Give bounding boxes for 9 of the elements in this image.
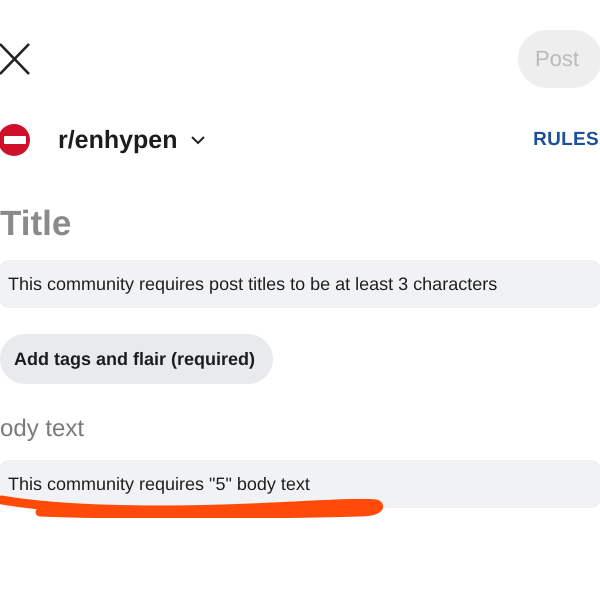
body-notice: This community requires "5" body text: [0, 460, 600, 508]
title-notice: This community requires post titles to be at least 3 characters: [0, 260, 600, 308]
title-field[interactable]: Title: [0, 202, 300, 246]
body-field[interactable]: ody text: [0, 412, 300, 446]
community-selector[interactable]: r/enhypen: [58, 126, 206, 154]
rules-link[interactable]: RULES: [533, 129, 599, 151]
tags-button[interactable]: Add tags and flair (required): [0, 334, 274, 384]
chevron-icon: [191, 136, 206, 144]
close-icon[interactable]: [0, 42, 30, 76]
